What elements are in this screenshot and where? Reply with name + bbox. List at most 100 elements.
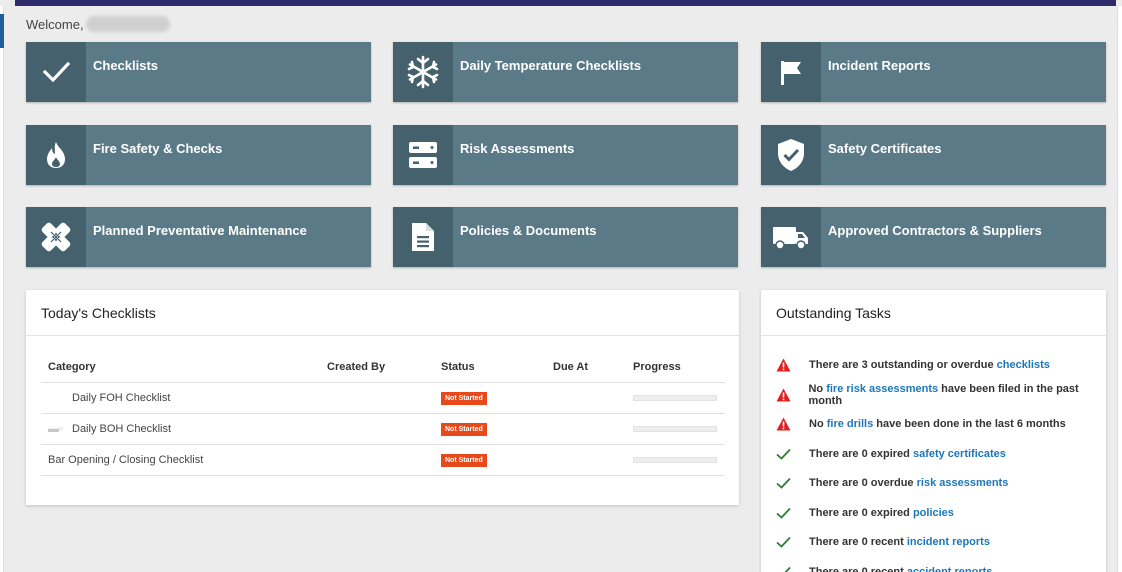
task-text: There are 0 overdue risk assessments bbox=[809, 477, 1008, 489]
tile-label: Checklists bbox=[93, 58, 159, 73]
status-badge: Not Started bbox=[441, 422, 487, 436]
task-text-before: There are 0 recent bbox=[809, 536, 907, 548]
category-cell[interactable]: Bar Opening / Closing Checklist bbox=[41, 444, 320, 476]
tile-label: Approved Contractors & Suppliers bbox=[828, 223, 1042, 238]
tile-approved-contractors-suppliers[interactable]: Approved Contractors & Suppliers bbox=[761, 207, 1106, 267]
due-at-cell bbox=[546, 444, 626, 476]
status-cell: Not Started bbox=[434, 413, 546, 445]
task-text-before: There are 0 recent bbox=[809, 565, 907, 572]
task-item: There are 0 overdue risk assessments bbox=[776, 475, 1008, 491]
task-text: No fire risk assessments have been filed… bbox=[808, 383, 1106, 407]
outstanding-tasks-card: Outstanding Tasks There are 3 outstandin… bbox=[761, 290, 1106, 572]
task-text: There are 0 recent incident reports bbox=[809, 536, 990, 548]
todays-checklists-card: Today's Checklists Category Created By S… bbox=[26, 290, 739, 505]
created-by-cell bbox=[320, 444, 434, 476]
due-at-cell bbox=[546, 413, 626, 445]
due-at-cell bbox=[546, 382, 626, 414]
task-item: There are 0 expired policies bbox=[776, 505, 954, 521]
flag-icon bbox=[761, 42, 821, 102]
checkmark-icon bbox=[776, 564, 794, 572]
task-link[interactable]: policies bbox=[913, 507, 954, 519]
category-name: Daily BOH Checklist bbox=[72, 422, 172, 435]
checklists-table: Category Created By Status Due At Progre… bbox=[41, 352, 725, 476]
table-row[interactable]: Bar Opening / Closing Checklist Not Star… bbox=[41, 444, 725, 476]
progress-bar bbox=[633, 456, 717, 463]
table-row[interactable]: Daily FOH Checklist Not Started bbox=[41, 382, 725, 414]
task-item: No fire drills have been done in the las… bbox=[776, 416, 1066, 432]
tile-safety-certificates[interactable]: Safety Certificates bbox=[761, 125, 1106, 185]
task-link[interactable]: safety certificates bbox=[913, 448, 1006, 460]
task-text: No fire drills have been done in the las… bbox=[809, 418, 1066, 430]
tile-label: Risk Assessments bbox=[460, 141, 575, 156]
task-link[interactable]: incident reports bbox=[907, 536, 990, 548]
right-scroll-strip bbox=[1117, 6, 1122, 572]
tile-daily-temperature-checklists[interactable]: Daily Temperature Checklists bbox=[393, 42, 738, 102]
tile-label: Incident Reports bbox=[828, 58, 931, 73]
progress-cell bbox=[626, 413, 725, 445]
task-text-before: There are 0 expired bbox=[809, 447, 913, 460]
progress-bar bbox=[633, 394, 717, 401]
tile-risk-assessments[interactable]: Risk Assessments bbox=[393, 125, 738, 185]
top-bar bbox=[15, 0, 1116, 6]
task-text: There are 3 outstanding or overdue check… bbox=[809, 359, 1050, 371]
category-cell[interactable]: ▬▫ Daily BOH Checklist bbox=[41, 413, 320, 445]
server-icon bbox=[393, 125, 453, 185]
redacted-username bbox=[85, 16, 170, 32]
task-text: There are 0 expired safety certificates bbox=[809, 448, 1006, 460]
snowflake-icon bbox=[393, 42, 453, 102]
welcome-label: Welcome, bbox=[26, 16, 84, 32]
tile-policies-documents[interactable]: Policies & Documents bbox=[393, 207, 738, 267]
tile-label: Safety Certificates bbox=[828, 141, 942, 156]
task-text-before: There are 3 outstanding or overdue bbox=[809, 359, 997, 371]
created-by-cell bbox=[320, 413, 434, 445]
task-item: There are 3 outstanding or overdue check… bbox=[776, 357, 1050, 373]
task-item: There are 0 recent accident reports bbox=[776, 564, 992, 572]
checkmark-icon bbox=[776, 505, 794, 521]
task-text-before: No bbox=[808, 382, 827, 395]
tile-planned-preventative-maintenance[interactable]: Planned Preventative Maintenance bbox=[26, 207, 371, 267]
category-name: Daily FOH Checklist bbox=[72, 391, 171, 404]
task-item: There are 0 expired safety certificates bbox=[776, 446, 1006, 462]
task-link[interactable]: accident reports bbox=[907, 566, 993, 572]
category-cell[interactable]: Daily FOH Checklist bbox=[41, 382, 320, 414]
checkmark-icon bbox=[26, 42, 86, 102]
task-text-before: No bbox=[809, 418, 827, 430]
truck-icon bbox=[761, 207, 821, 267]
column-header-category[interactable]: Category bbox=[41, 352, 320, 383]
card-title: Outstanding Tasks bbox=[761, 290, 1106, 336]
task-link[interactable]: fire drills bbox=[827, 418, 873, 430]
table-header-row: Category Created By Status Due At Progre… bbox=[41, 352, 725, 383]
tile-incident-reports[interactable]: Incident Reports bbox=[761, 42, 1106, 102]
task-item: No fire risk assessments have been filed… bbox=[776, 383, 1106, 407]
card-title: Today's Checklists bbox=[26, 290, 739, 336]
category-name: Bar Opening / Closing Checklist bbox=[48, 453, 204, 466]
column-header-due-at[interactable]: Due At bbox=[546, 352, 626, 383]
task-link[interactable]: fire risk assessments bbox=[826, 383, 938, 395]
task-item: There are 0 recent incident reports bbox=[776, 534, 990, 550]
sidebar-active-marker bbox=[0, 14, 4, 48]
tile-checklists[interactable]: Checklists bbox=[26, 42, 371, 102]
document-icon bbox=[393, 207, 453, 267]
tile-label: Fire Safety & Checks bbox=[93, 141, 223, 156]
task-text-after: have been done in the last 6 months bbox=[873, 418, 1066, 430]
table-row[interactable]: ▬▫ Daily BOH Checklist Not Started bbox=[41, 413, 725, 445]
warning-icon bbox=[776, 416, 794, 432]
task-text: There are 0 recent accident reports bbox=[809, 566, 992, 572]
checkmark-icon bbox=[776, 446, 794, 462]
task-text-before: There are 0 expired bbox=[809, 506, 913, 519]
task-link[interactable]: risk assessments bbox=[917, 477, 1009, 489]
column-header-status[interactable]: Status bbox=[434, 352, 546, 383]
task-text-before: There are 0 overdue bbox=[809, 477, 917, 489]
tile-fire-safety-checks[interactable]: Fire Safety & Checks bbox=[26, 125, 371, 185]
column-header-created-by[interactable]: Created By bbox=[320, 352, 434, 383]
progress-cell bbox=[626, 444, 725, 476]
warning-icon bbox=[776, 357, 794, 373]
redacted-prefix: ▬▫ bbox=[48, 422, 63, 435]
flame-icon bbox=[26, 125, 86, 185]
status-badge: Not Started bbox=[441, 391, 487, 405]
column-header-progress[interactable]: Progress bbox=[626, 352, 725, 383]
status-badge: Not Started bbox=[441, 453, 487, 467]
task-link[interactable]: checklists bbox=[997, 359, 1050, 371]
progress-cell bbox=[626, 382, 725, 414]
bandage-icon bbox=[26, 207, 86, 267]
